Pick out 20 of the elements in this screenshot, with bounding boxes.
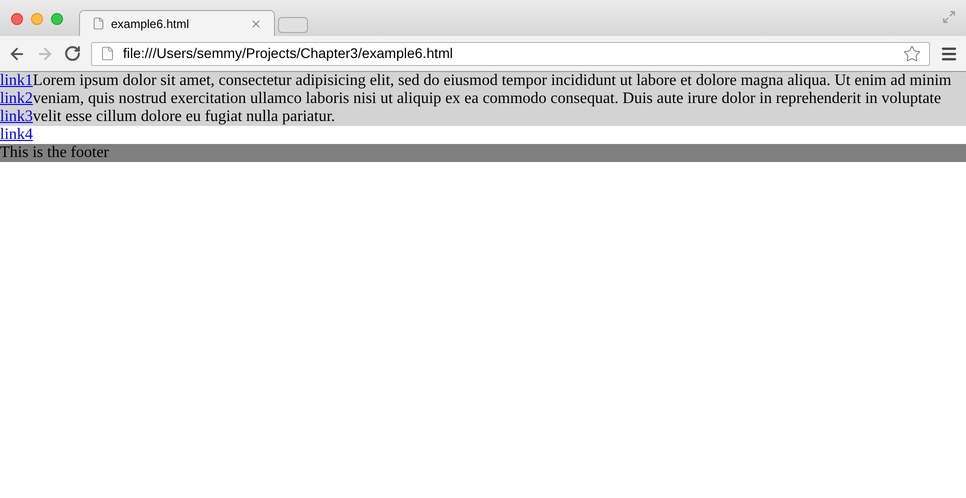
new-tab-button[interactable]: [278, 17, 308, 33]
nav-link[interactable]: link3: [0, 108, 33, 126]
footer: This is the footer: [0, 144, 966, 162]
url-text: file:///Users/semmy/Projects/Chapter3/example6.html: [123, 44, 454, 63]
document-icon: [92, 17, 105, 30]
fullscreen-icon[interactable]: [942, 10, 956, 24]
reload-icon[interactable]: [64, 45, 81, 62]
nav-link[interactable]: link4: [0, 126, 33, 144]
address-bar[interactable]: file:///Users/semmy/Projects/Chapter3/example6.html: [91, 42, 930, 66]
browser-tab[interactable]: example6.html: [79, 10, 275, 36]
nav-link[interactable]: link1: [0, 72, 33, 90]
bookmark-star-icon[interactable]: [903, 44, 921, 62]
document-icon: [100, 46, 115, 61]
zoom-window-button[interactable]: [51, 13, 63, 25]
close-tab-icon[interactable]: [250, 18, 262, 30]
menu-icon[interactable]: [940, 44, 958, 62]
close-window-button[interactable]: [11, 13, 23, 25]
minimize-window-button[interactable]: [31, 13, 43, 25]
tab-title: example6.html: [111, 16, 190, 32]
nav-link[interactable]: link2: [0, 90, 33, 108]
